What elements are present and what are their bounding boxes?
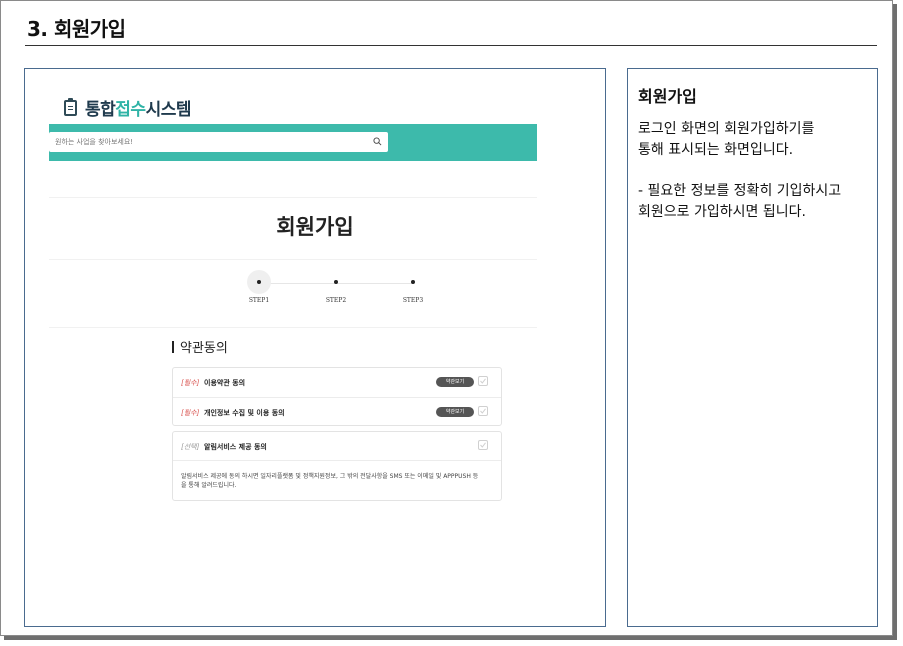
signup-stepper: STEP1 STEP2 STEP3 <box>245 270 425 310</box>
description-paragraph-2: - 필요한 정보를 정확히 기입하시고 회원으로 가입하시면 됩니다. <box>638 183 842 220</box>
description-panel: 회원가입 로그인 화면의 회원가입하기를 통해 표시되는 화면입니다. - 필요… <box>627 68 878 627</box>
term-row-notification: [선택] 알림서비스 제공 동의 <box>173 432 501 461</box>
title-divider <box>25 45 877 46</box>
step-3: STEP3 <box>393 270 433 304</box>
view-terms-button[interactable]: 약관보기 <box>436 377 474 387</box>
required-tag: [필수] <box>181 379 200 387</box>
optional-term-description: 알림서비스 제공에 동의 하시면 일자리플랫폼 및 정책지원정보, 그 밖의 전… <box>181 473 479 489</box>
required-terms-box: [필수] 이용약관 동의 약관보기 [필수] 개인정보 수집 및 이용 동의 약… <box>172 367 502 426</box>
step-label: STEP3 <box>402 297 424 304</box>
step-1: STEP1 <box>239 270 279 304</box>
search-icon[interactable] <box>373 137 382 146</box>
screenshot-panel: 통합접수시스템 회원가입 STEP1 STEP2 <box>24 68 606 627</box>
view-terms-button[interactable]: 약관보기 <box>436 407 474 417</box>
check-icon <box>480 442 486 448</box>
agree-checkbox[interactable] <box>478 406 488 416</box>
section-divider <box>49 197 537 198</box>
site-logo[interactable]: 통합접수시스템 <box>64 95 191 120</box>
clipboard-icon <box>64 97 77 116</box>
title-bar <box>172 340 174 353</box>
step-label: STEP2 <box>325 297 347 304</box>
page-heading: 회원가입 <box>276 215 354 239</box>
term-row-service: [필수] 이용약관 동의 약관보기 <box>173 368 501 397</box>
step-label: STEP1 <box>248 297 270 304</box>
description-heading: 회원가입 <box>638 87 697 106</box>
search-input[interactable] <box>55 132 355 152</box>
section-divider <box>49 259 537 260</box>
term-name: 알림서비스 제공 동의 <box>204 443 267 451</box>
agree-checkbox[interactable] <box>478 376 488 386</box>
term-name: 이용약관 동의 <box>204 379 246 387</box>
description-paragraph-1: 로그인 화면의 회원가입하기를 통해 표시되는 화면입니다. <box>638 121 815 158</box>
logo-text: 통합접수시스템 <box>85 100 191 120</box>
required-tag: [필수] <box>181 409 200 417</box>
page-frame: 3. 회원가입 통합접수시스템 회원가입 STEP1 <box>0 0 893 636</box>
section-divider <box>49 327 537 328</box>
check-icon <box>480 408 486 414</box>
optional-tag: [선택] <box>181 443 200 451</box>
divider <box>173 460 501 461</box>
document-title: 3. 회원가입 <box>27 17 126 41</box>
check-icon <box>480 378 486 384</box>
optional-terms-box: [선택] 알림서비스 제공 동의 알림서비스 제공에 동의 하시면 일자리플랫폼… <box>172 431 502 501</box>
term-name: 개인정보 수집 및 이용 동의 <box>204 409 285 417</box>
terms-section-title: 약관동의 <box>172 337 228 356</box>
agree-checkbox[interactable] <box>478 440 488 450</box>
term-row-privacy: [필수] 개인정보 수집 및 이용 동의 약관보기 <box>173 397 501 426</box>
step-2: STEP2 <box>316 270 356 304</box>
search-box <box>49 132 388 152</box>
terms-title-text: 약관동의 <box>180 341 228 356</box>
search-band <box>49 124 537 161</box>
